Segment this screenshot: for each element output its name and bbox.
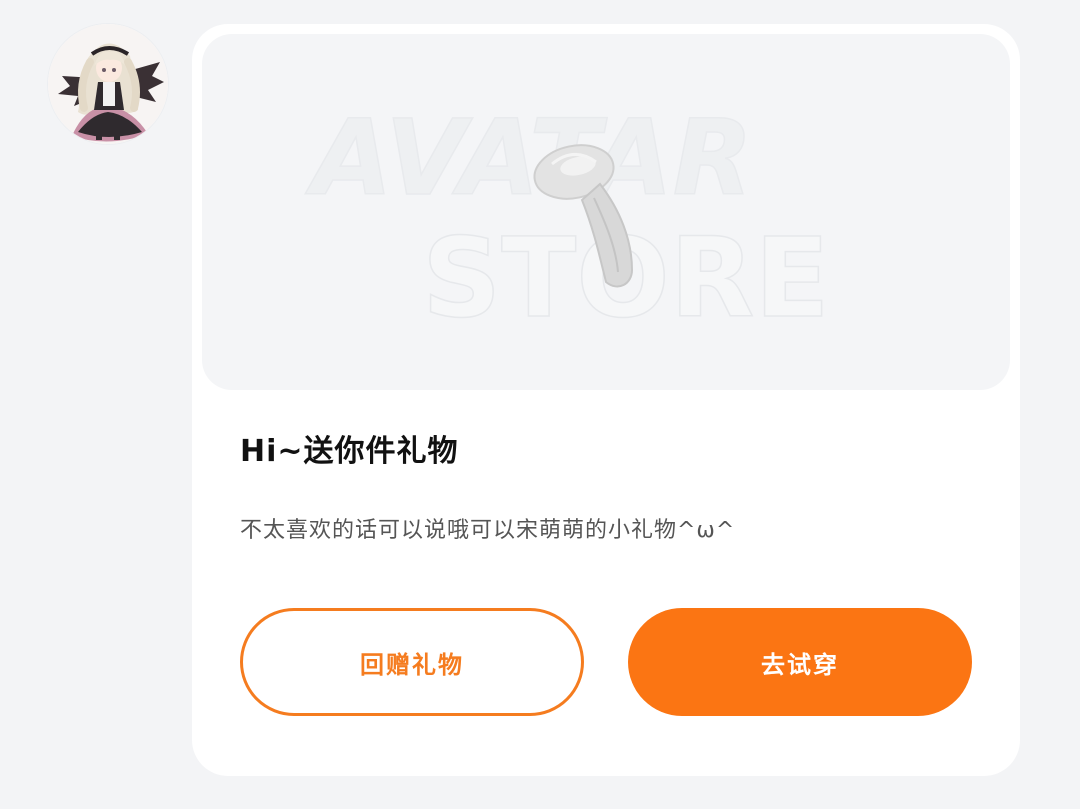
return-gift-button[interactable]: 回赠礼物 [240,608,584,716]
anime-girl-avatar-icon [48,24,168,144]
gift-title: Hi~送你件礼物 [240,434,459,469]
avatar-store-banner: AVATAR STORE [202,34,1010,390]
watermark-avatar: AVATAR [305,97,753,219]
gift-message: 不太喜欢的话可以说哦可以宋萌萌的小礼物^ω^ [240,518,736,543]
gift-card: AVATAR STORE Hi~送你件礼物 不太喜欢的话可以说哦可以宋萌萌的小礼… [192,24,1020,776]
try-on-button[interactable]: 去试穿 [628,608,972,716]
avatar[interactable] [48,24,168,144]
